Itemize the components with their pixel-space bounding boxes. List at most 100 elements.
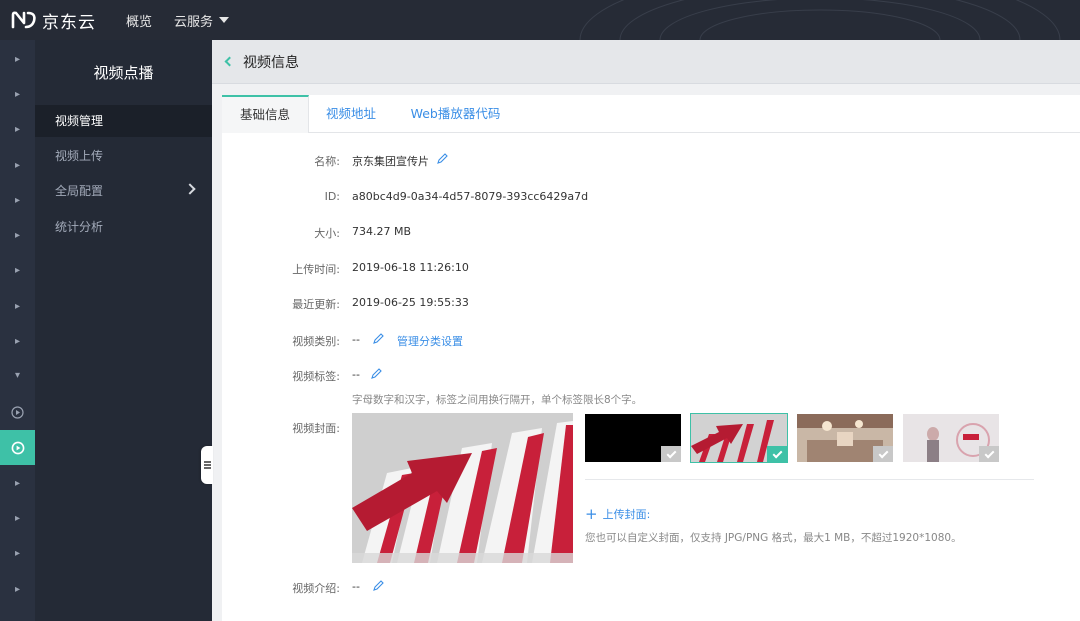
- tab-video-address[interactable]: 视频地址: [309, 95, 393, 133]
- caret-down-icon: [219, 17, 230, 23]
- page-header: 视频信息: [212, 40, 1080, 84]
- cover-thumb-1[interactable]: [585, 414, 681, 462]
- intro-value: --: [352, 580, 360, 593]
- cover-thumb-3[interactable]: [797, 414, 893, 462]
- sidebar-item-label: 统计分析: [55, 220, 104, 234]
- sidebar-item-label: 视频上传: [55, 149, 104, 163]
- checkmark-icon: [666, 448, 676, 458]
- field-label: 视频封面:: [292, 422, 340, 435]
- top-bar: 京东云 概览 云服务: [0, 0, 1080, 40]
- sidebar-item-statistics[interactable]: 统计分析: [35, 211, 212, 243]
- rail-expand-chevron-icon[interactable]: ▸: [0, 77, 35, 112]
- rail-expand-chevron-icon[interactable]: ▸: [0, 572, 35, 607]
- plus-icon: +: [585, 504, 598, 523]
- content-panel: 基础信息 视频地址 Web播放器代码 名称: 京东集团宣传片 ID: a80bc…: [222, 95, 1080, 621]
- nav-overview[interactable]: 概览: [126, 11, 152, 30]
- nav-overview-label: 概览: [126, 14, 153, 30]
- cover-select-checkbox[interactable]: [873, 446, 893, 462]
- tab-label: Web播放器代码: [410, 106, 501, 121]
- rail-expand-chevron-icon[interactable]: ▸: [0, 148, 35, 183]
- sidebar-title: 视频点播: [93, 64, 154, 82]
- video-on-demand-icon[interactable]: [0, 430, 35, 465]
- checkmark-icon: [772, 448, 782, 458]
- page-title: 视频信息: [243, 54, 299, 71]
- brand-logo[interactable]: 京东云: [10, 8, 96, 33]
- nav-cloud-services[interactable]: 云服务: [174, 11, 230, 30]
- sidebar-collapse-handle[interactable]: [201, 446, 213, 484]
- sidebar-item-video-upload[interactable]: 视频上传: [35, 140, 212, 172]
- sidebar-item-video-management[interactable]: 视频管理: [35, 105, 212, 137]
- upload-time-value: 2019-06-18 11:26:10: [352, 261, 469, 274]
- video-id-value: a80bc4d9-0a34-4d57-8079-393cc6429a7d: [352, 190, 589, 203]
- upload-cover-label: 上传封面:: [602, 508, 651, 521]
- field-label: 视频类别:: [292, 335, 340, 348]
- manage-category-link[interactable]: 管理分类设置: [397, 333, 463, 349]
- nav-cloud-services-label: 云服务: [174, 14, 214, 30]
- sidebar-item-label: 全局配置: [55, 184, 104, 198]
- tab-label: 基础信息: [239, 107, 290, 122]
- play-circle-icon[interactable]: [0, 395, 35, 430]
- field-label: 视频介绍:: [292, 582, 340, 595]
- cover-preview-image: [352, 413, 573, 563]
- rail-expand-chevron-icon[interactable]: ▸: [0, 289, 35, 324]
- menu-lines-icon: [203, 464, 211, 466]
- jdcloud-logo-icon: [11, 11, 36, 29]
- last-updated-value: 2019-06-25 19:55:33: [352, 296, 469, 309]
- field-intro: 视频介绍: --: [222, 577, 1080, 597]
- cover-select-checkbox[interactable]: [979, 446, 999, 462]
- cover-thumb-4[interactable]: [903, 414, 999, 462]
- edit-pencil-icon[interactable]: [372, 579, 385, 592]
- rail-expand-chevron-icon[interactable]: ▸: [0, 536, 35, 571]
- field-category: 视频类别: -- 管理分类设置: [222, 330, 1080, 350]
- cover-select-checkbox[interactable]: [661, 446, 681, 462]
- rail-expand-chevron-icon[interactable]: ▸: [0, 501, 35, 536]
- video-name-value: 京东集团宣传片: [352, 155, 429, 168]
- video-size-value: 734.27 MB: [352, 225, 412, 238]
- field-size: 大小: 734.27 MB: [222, 222, 1080, 242]
- field-name: 名称: 京东集团宣传片: [222, 150, 1080, 170]
- field-last-updated: 最近更新: 2019-06-25 19:55:33: [222, 293, 1080, 313]
- rail-expand-chevron-icon[interactable]: ▸: [0, 218, 35, 253]
- field-label: ID:: [324, 190, 340, 203]
- rail-expand-chevron-icon[interactable]: ▸: [0, 324, 35, 359]
- brand-name: 京东云: [42, 12, 96, 33]
- cover-divider: [585, 479, 1034, 480]
- field-label: 大小:: [314, 227, 340, 240]
- background-swirl-decoration: [579, 0, 1061, 40]
- sidebar-item-label: 视频管理: [55, 114, 104, 128]
- field-upload-time: 上传时间: 2019-06-18 11:26:10: [222, 258, 1080, 278]
- rail-expand-chevron-icon[interactable]: ▸: [0, 183, 35, 218]
- tab-web-player-code[interactable]: Web播放器代码: [393, 95, 518, 133]
- field-label: 名称:: [314, 155, 340, 168]
- field-tags: 视频标签: --: [222, 365, 1080, 385]
- back-arrow-icon[interactable]: [224, 56, 235, 67]
- rail-collapse-chevron-icon[interactable]: ▾: [0, 358, 35, 393]
- field-label: 视频标签:: [292, 370, 340, 383]
- rail-expand-chevron-icon[interactable]: ▸: [0, 112, 35, 147]
- cover-select-checkbox[interactable]: [767, 446, 787, 462]
- tab-basic-info[interactable]: 基础信息: [222, 95, 309, 133]
- category-value: --: [352, 333, 360, 346]
- field-label: 上传时间:: [292, 263, 340, 276]
- sidebar: 视频点播 视频管理 视频上传 全局配置 统计分析: [35, 40, 212, 621]
- tags-hint: 字母数字和汉字，标签之间用换行隔开，单个标签限长8个字。: [352, 394, 643, 406]
- tags-value: --: [352, 368, 360, 381]
- checkmark-icon: [984, 448, 994, 458]
- tab-label: 视频地址: [325, 106, 376, 121]
- cover-thumb-2[interactable]: [690, 413, 788, 463]
- checkmark-icon: [878, 448, 888, 458]
- sidebar-item-global-config[interactable]: 全局配置: [35, 175, 212, 207]
- cover-hint: 您也可以自定义封面，仅支持 JPG/PNG 格式，最大1 MB，不超过1920*…: [585, 532, 962, 544]
- rail-expand-chevron-icon[interactable]: ▸: [0, 42, 35, 77]
- edit-pencil-icon[interactable]: [370, 367, 383, 380]
- rail-expand-chevron-icon[interactable]: ▸: [0, 253, 35, 288]
- upload-cover-button[interactable]: + 上传封面:: [585, 506, 650, 522]
- chevron-right-icon: [184, 183, 196, 195]
- field-label: 最近更新:: [292, 298, 340, 311]
- edit-pencil-icon[interactable]: [372, 332, 385, 345]
- icon-rail: ▸ ▸ ▸ ▸ ▸ ▸ ▸ ▸ ▸ ▾ ▸ ▸ ▸ ▸: [0, 40, 35, 621]
- edit-pencil-icon[interactable]: [436, 152, 449, 165]
- rail-expand-chevron-icon[interactable]: ▸: [0, 466, 35, 501]
- tab-bar: 基础信息 视频地址 Web播放器代码: [222, 95, 1080, 133]
- field-id: ID: a80bc4d9-0a34-4d57-8079-393cc6429a7d: [222, 187, 1080, 207]
